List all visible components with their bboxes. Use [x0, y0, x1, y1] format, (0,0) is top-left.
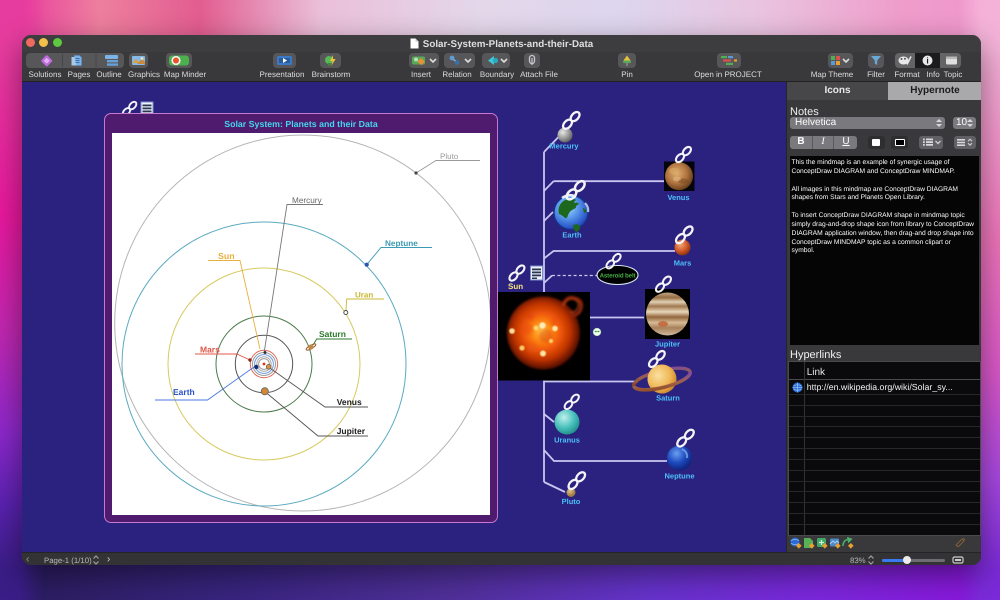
- svg-text:Asteroid belt: Asteroid belt: [600, 272, 636, 279]
- svg-text:Neptune: Neptune: [385, 239, 418, 248]
- svg-text:Sun: Sun: [508, 282, 523, 291]
- svg-text:Neptune: Neptune: [665, 472, 695, 481]
- svg-text:Pluto: Pluto: [440, 152, 459, 161]
- svg-text:Earth: Earth: [562, 231, 582, 240]
- svg-text:Saturn: Saturn: [656, 394, 680, 403]
- svg-text:Mercury: Mercury: [292, 196, 322, 205]
- svg-text:Uranus: Uranus: [554, 436, 580, 445]
- svg-text:Venus: Venus: [667, 193, 689, 202]
- svg-text:Saturn: Saturn: [319, 329, 346, 339]
- svg-text:Earth: Earth: [173, 387, 195, 397]
- svg-text:Jupiter: Jupiter: [655, 340, 680, 349]
- svg-text:Uran: Uran: [355, 290, 373, 299]
- svg-text:Mars: Mars: [674, 259, 692, 268]
- svg-text:Venus: Venus: [336, 397, 361, 407]
- svg-text:Mars: Mars: [200, 344, 220, 354]
- svg-text:Jupiter: Jupiter: [336, 426, 365, 436]
- svg-text:Sun: Sun: [218, 251, 235, 261]
- svg-text:i: i: [926, 55, 928, 65]
- svg-text:Mercury: Mercury: [549, 142, 579, 151]
- svg-text:Pluto: Pluto: [562, 497, 581, 506]
